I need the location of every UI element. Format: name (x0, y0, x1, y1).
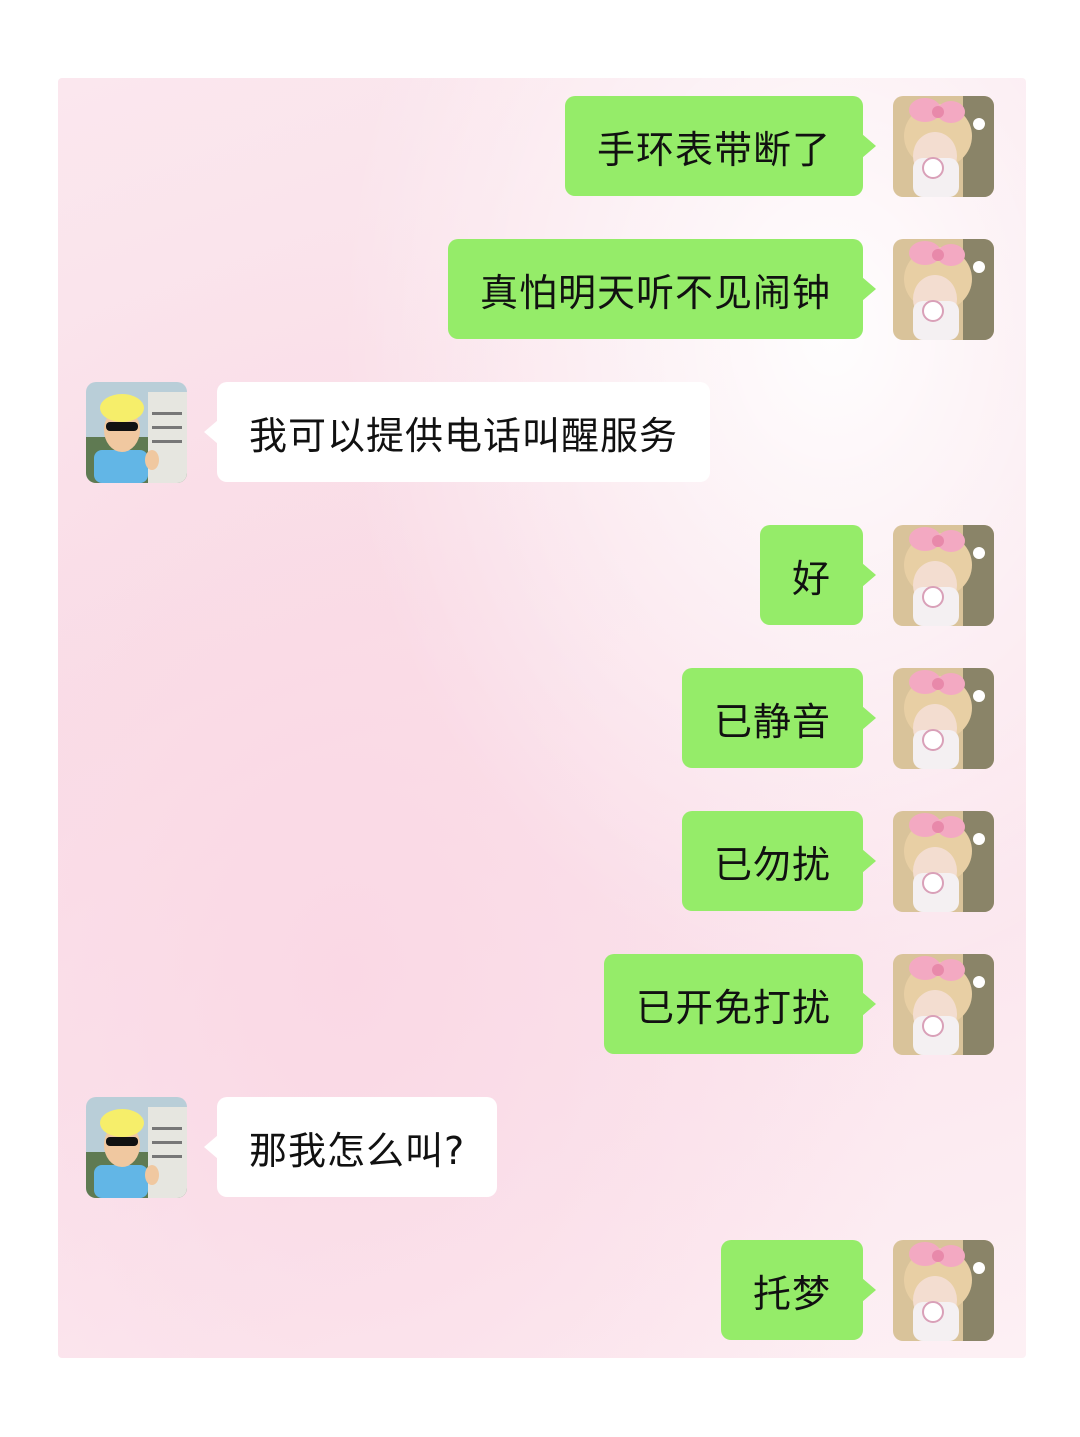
message-row: 手环表带断了 (564, 95, 1026, 197)
contact-avatar[interactable] (86, 1096, 187, 1198)
sent-message-bubble[interactable]: 手环表带断了 (564, 96, 877, 196)
message-row: 已开免打扰 (603, 953, 1026, 1055)
sent-message-bubble[interactable]: 已静音 (681, 668, 877, 768)
girl-avatar-icon (893, 1239, 994, 1341)
self-avatar[interactable] (893, 667, 994, 769)
chat-area: 手环表带断了 真怕明天听不见闹钟 我可以提供电话叫醒服务 好 已静音 已勿扰 已… (58, 78, 1026, 1358)
message-row: 那我怎么叫? (58, 1096, 498, 1198)
message-row: 真怕明天听不见闹钟 (447, 238, 1026, 340)
self-avatar[interactable] (893, 524, 994, 626)
self-avatar[interactable] (893, 953, 994, 1055)
message-row: 已勿扰 (681, 810, 1026, 912)
man-avatar-icon (86, 381, 187, 483)
sent-message-bubble[interactable]: 已开免打扰 (603, 954, 877, 1054)
sent-message-bubble[interactable]: 托梦 (720, 1240, 877, 1340)
message-row: 已静音 (681, 667, 1026, 769)
contact-avatar[interactable] (86, 381, 187, 483)
self-avatar[interactable] (893, 238, 994, 340)
message-row: 我可以提供电话叫醒服务 (58, 381, 711, 483)
message-row: 托梦 (720, 1239, 1026, 1341)
girl-avatar-icon (893, 667, 994, 769)
girl-avatar-icon (893, 95, 994, 197)
message-row: 好 (759, 524, 1026, 626)
girl-avatar-icon (893, 810, 994, 912)
received-message-bubble[interactable]: 我可以提供电话叫醒服务 (203, 382, 711, 482)
self-avatar[interactable] (893, 1239, 994, 1341)
girl-avatar-icon (893, 524, 994, 626)
sent-message-bubble[interactable]: 已勿扰 (681, 811, 877, 911)
man-avatar-icon (86, 1096, 187, 1198)
sent-message-bubble[interactable]: 真怕明天听不见闹钟 (447, 239, 877, 339)
self-avatar[interactable] (893, 810, 994, 912)
self-avatar[interactable] (893, 95, 994, 197)
girl-avatar-icon (893, 238, 994, 340)
girl-avatar-icon (893, 953, 994, 1055)
sent-message-bubble[interactable]: 好 (759, 525, 877, 625)
received-message-bubble[interactable]: 那我怎么叫? (203, 1097, 498, 1197)
